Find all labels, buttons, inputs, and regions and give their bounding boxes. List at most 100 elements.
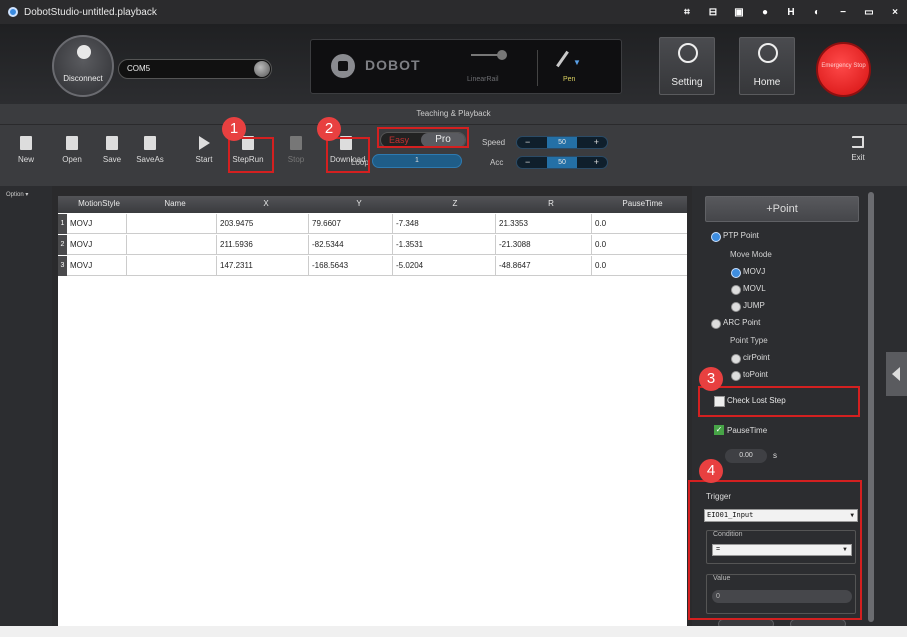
save-as-button[interactable]: SaveAs xyxy=(134,134,166,172)
table-row[interactable]: 2 MOVJ 211.5936 -82.5344 -1.3531 -21.308… xyxy=(58,235,687,255)
cell-r[interactable]: 21.3353 xyxy=(499,219,528,228)
cell-y[interactable]: -82.5344 xyxy=(312,240,344,249)
home-button[interactable]: Home xyxy=(739,37,795,95)
toolbar-title: Teaching & Playback xyxy=(416,109,491,118)
window-icon[interactable]: ▣ xyxy=(733,7,745,18)
new-label: New xyxy=(17,155,34,164)
cell-style[interactable]: MOVJ xyxy=(70,261,92,270)
cell-x[interactable]: 147.2311 xyxy=(220,261,253,270)
app-icon xyxy=(8,7,18,17)
speed-value[interactable]: 50 xyxy=(547,137,577,148)
stop-button[interactable]: Stop xyxy=(280,134,312,172)
new-button[interactable]: New xyxy=(10,134,42,172)
left-strip: Option ▾ xyxy=(0,186,52,626)
option-dropdown[interactable]: Option ▾ xyxy=(6,192,28,199)
cell-z[interactable]: -7.348 xyxy=(396,219,419,228)
device-panel: DOBOT LinearRail ▼ Pen xyxy=(310,39,622,94)
highlight-download xyxy=(326,137,370,173)
acc-stepper[interactable]: − 50 + xyxy=(516,156,608,169)
save-as-icon xyxy=(144,136,156,150)
table-row[interactable]: 1 MOVJ 203.9475 79.6607 -7.348 21.3353 0… xyxy=(58,214,687,234)
skin-icon[interactable]: ◐ xyxy=(811,7,823,18)
start-label: Start xyxy=(195,155,213,164)
cell-pause[interactable]: 0.0 xyxy=(595,219,606,228)
stop-label: Stop xyxy=(287,155,305,164)
acc-decrease-button[interactable]: − xyxy=(525,157,530,168)
disconnect-label: Disconnect xyxy=(63,74,103,83)
movl-radio[interactable]: MOVL xyxy=(731,284,766,295)
panel-scrollbar[interactable] xyxy=(868,192,874,622)
chevron-down-icon[interactable]: ▼ xyxy=(573,58,581,67)
speed-decrease-button[interactable]: − xyxy=(525,137,530,148)
to-point-radio[interactable]: toPoint xyxy=(731,370,768,381)
move-mode-label: Move Mode xyxy=(730,250,772,259)
disconnect-button[interactable]: Disconnect xyxy=(52,35,114,97)
home-label: Home xyxy=(753,77,781,88)
cell-z[interactable]: -1.3531 xyxy=(396,240,423,249)
cell-style[interactable]: MOVJ xyxy=(70,240,92,249)
acc-increase-button[interactable]: + xyxy=(594,157,599,168)
open-button[interactable]: Open xyxy=(56,134,88,172)
pause-unit-label: s xyxy=(773,451,777,460)
pause-time-input[interactable]: 0.00 xyxy=(725,449,767,463)
layout-icon[interactable]: ⊟ xyxy=(707,7,719,18)
cell-z[interactable]: -5.0204 xyxy=(396,261,423,270)
ptp-point-radio[interactable]: PTP Point xyxy=(711,231,759,242)
maximize-icon[interactable]: ▭ xyxy=(863,7,875,18)
exit-button[interactable]: Exit xyxy=(842,134,874,172)
help-icon[interactable]: H xyxy=(785,7,797,18)
col-pause-time: PauseTime xyxy=(622,199,663,208)
gear-icon xyxy=(678,43,698,63)
refresh-knob-icon[interactable] xyxy=(254,61,270,77)
table-row[interactable]: 3 MOVJ 147.2311 -168.5643 -5.0204 -48.86… xyxy=(58,256,687,276)
cell-x[interactable]: 203.9475 xyxy=(220,219,253,228)
exit-label: Exit xyxy=(851,153,865,162)
jump-radio[interactable]: JUMP xyxy=(731,301,765,312)
port-select[interactable]: COM5 xyxy=(118,59,272,79)
setting-label: Setting xyxy=(671,77,703,88)
cell-x[interactable]: 211.5936 xyxy=(220,240,253,249)
movj-radio[interactable]: MOVJ xyxy=(731,267,765,278)
cell-pause[interactable]: 0.0 xyxy=(595,261,606,270)
pin-icon[interactable]: ⌗ xyxy=(681,7,693,18)
cell-pause[interactable]: 0.0 xyxy=(595,240,606,249)
cell-r[interactable]: -48.8647 xyxy=(499,261,531,270)
row-index: 1 xyxy=(58,214,67,234)
acc-label: Acc xyxy=(490,158,504,167)
status-bar xyxy=(0,626,907,637)
pen-icon[interactable] xyxy=(556,50,569,68)
info-icon[interactable]: ● xyxy=(759,7,771,18)
loop-input[interactable]: 1 xyxy=(372,154,462,168)
minimize-icon[interactable]: − xyxy=(837,7,849,18)
speed-stepper[interactable]: − 50 + xyxy=(516,136,608,149)
cell-style[interactable]: MOVJ xyxy=(70,219,92,228)
linear-rail-icon[interactable] xyxy=(471,50,507,62)
annotation-badge-2: 2 xyxy=(317,117,341,141)
add-point-button[interactable]: +Point xyxy=(705,196,859,222)
speed-increase-button[interactable]: + xyxy=(594,137,599,148)
row-index: 3 xyxy=(58,256,67,276)
cir-point-radio[interactable]: cirPoint xyxy=(731,353,770,364)
pause-time-checkbox[interactable]: PauseTime xyxy=(714,425,767,435)
cell-r[interactable]: -21.3088 xyxy=(499,240,531,249)
cell-y[interactable]: -168.5643 xyxy=(312,261,348,270)
save-as-label: SaveAs xyxy=(136,155,164,164)
collapse-panel-handle[interactable] xyxy=(886,352,907,396)
col-name: Name xyxy=(164,199,186,208)
emergency-stop-button[interactable]: Emergency Stop xyxy=(816,42,871,97)
setting-button[interactable]: Setting xyxy=(659,37,715,95)
divider xyxy=(0,124,907,125)
annotation-badge-1: 1 xyxy=(222,117,246,141)
arc-point-radio[interactable]: ARC Point xyxy=(711,318,760,329)
save-button[interactable]: Save xyxy=(96,134,128,172)
start-button[interactable]: Start xyxy=(188,134,220,172)
title-bar: DobotStudio-untitled.playback ⌗ ⊟ ▣ ● H … xyxy=(0,0,907,24)
col-z: Z xyxy=(452,199,458,208)
highlight-check-lost-step xyxy=(698,386,860,417)
close-icon[interactable]: × xyxy=(889,7,901,18)
window-title: DobotStudio-untitled.playback xyxy=(24,6,157,18)
cell-y[interactable]: 79.6607 xyxy=(312,219,341,228)
acc-value[interactable]: 50 xyxy=(547,157,577,168)
annotation-badge-3: 3 xyxy=(699,367,723,391)
highlight-easy-pro xyxy=(377,127,469,148)
